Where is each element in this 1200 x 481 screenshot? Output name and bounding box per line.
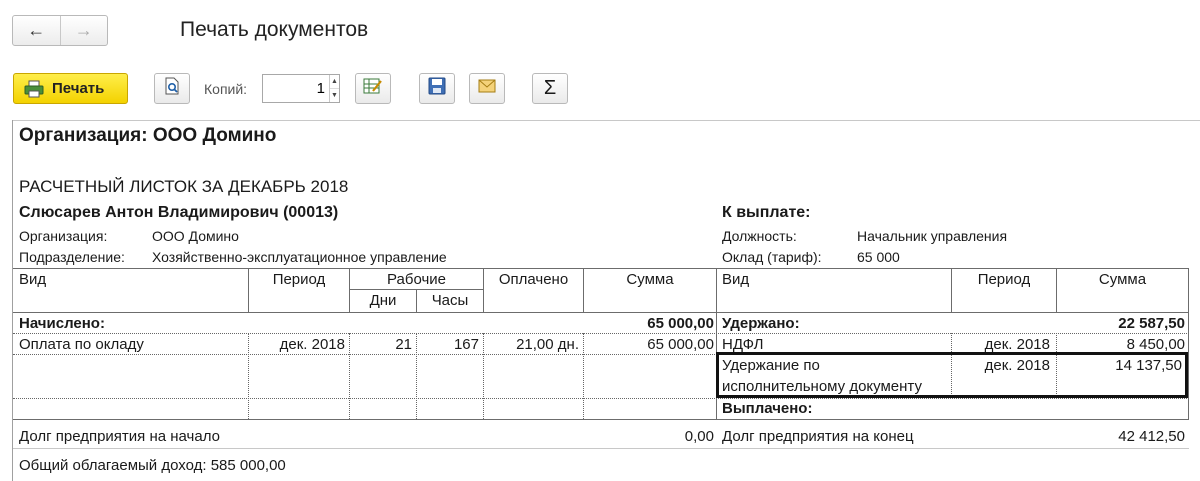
to-pay-label: К выплате: — [722, 204, 811, 221]
forward-button[interactable]: → — [61, 16, 108, 45]
row-salary-period: дек. 2018 — [279, 336, 345, 353]
accrued-label: Начислено: — [19, 315, 105, 332]
col-header-sum: Сумма — [626, 271, 674, 288]
col-header-vid-withheld: Вид — [722, 271, 750, 288]
edit-table-button[interactable] — [355, 73, 391, 104]
row-enforcement-vid-line1: Удержание по — [722, 357, 820, 374]
accrued-total: 65 000,00 — [647, 315, 714, 332]
printer-icon — [24, 80, 44, 98]
col-header-vid: Вид — [19, 271, 47, 288]
col-header-period-withheld: Период — [977, 271, 1031, 288]
stepper-up-button[interactable]: ▲ — [330, 75, 339, 89]
withheld-label: Удержано: — [722, 315, 800, 332]
row-salary-days: 21 — [395, 336, 412, 353]
sheet-title: РАСЧЕТНЫЙ ЛИСТОК ЗА ДЕКАБРЬ 2018 — [19, 177, 349, 196]
row-enforcement-period: дек. 2018 — [984, 357, 1050, 374]
col-header-paid: Оплачено — [498, 271, 569, 288]
sigma-icon: Σ — [543, 77, 557, 99]
col-header-period: Период — [272, 271, 326, 288]
row-ndfl-vid: НДФЛ — [722, 336, 764, 353]
arrow-left-icon: ← — [27, 20, 46, 40]
organization-label: Организация: — [19, 228, 108, 244]
envelope-icon — [478, 79, 496, 98]
position-value: Начальник управления — [857, 228, 1008, 244]
footer-divider — [13, 448, 1189, 449]
preview-icon — [163, 77, 181, 100]
salary-value: 65 000 — [857, 249, 900, 265]
row-ndfl-sum: 8 450,00 — [1126, 336, 1185, 353]
debt-start-value: 0,00 — [684, 428, 714, 445]
arrow-right-icon: → — [74, 20, 93, 40]
debt-end-label: Долг предприятия на конец — [722, 428, 914, 445]
row-salary-paid: 21,00 дн. — [516, 336, 579, 353]
row-salary-hours: 167 — [453, 336, 479, 353]
salary-label: Оклад (тариф): — [722, 249, 822, 265]
save-button[interactable] — [419, 73, 455, 104]
print-button[interactable]: Печать — [13, 73, 128, 104]
col-header-working: Рабочие — [387, 271, 446, 288]
send-email-button[interactable] — [469, 73, 505, 104]
debt-start-label: Долг предприятия на начало — [19, 428, 220, 445]
col-header-hours: Часы — [431, 292, 469, 309]
window-title: Печать документов — [180, 18, 369, 41]
print-button-label: Печать — [52, 80, 105, 97]
copies-label: Копий: — [204, 81, 248, 97]
department-label: Подразделение: — [19, 249, 125, 265]
row-ndfl-period: дек. 2018 — [984, 336, 1050, 353]
copies-stepper: ▲ ▼ — [262, 74, 340, 103]
withheld-total: 22 587,50 — [1118, 315, 1185, 332]
organization-heading: Организация: ООО Домино — [19, 125, 277, 146]
position-label: Должность: — [722, 228, 797, 244]
nav-group: ← → — [12, 15, 108, 46]
department-value: Хозяйственно-эксплуатационное управление — [152, 249, 447, 265]
debt-end-value: 42 412,50 — [1118, 428, 1185, 445]
row-enforcement-vid-line2: исполнительному документу — [722, 378, 922, 395]
organization-value: ООО Домино — [152, 228, 239, 244]
col-header-sum-withheld: Сумма — [1098, 271, 1147, 288]
document-left-border — [12, 120, 13, 481]
col-header-days: Дни — [369, 292, 397, 309]
employee-name: Слюсарев Антон Владимирович (00013) — [19, 204, 339, 221]
taxable-income: Общий облагаемый доход: 585 000,00 — [19, 457, 286, 474]
stepper-down-button[interactable]: ▼ — [330, 89, 339, 102]
row-enforcement-sum: 14 137,50 — [1115, 357, 1182, 374]
row-salary-sum: 65 000,00 — [647, 336, 714, 353]
document-top-border — [12, 120, 1200, 121]
floppy-disk-icon — [428, 77, 446, 100]
paid-out-label: Выплачено: — [722, 400, 813, 417]
back-button[interactable]: ← — [13, 16, 61, 45]
edit-table-icon — [363, 77, 383, 100]
row-salary-vid: Оплата по окладу — [19, 336, 144, 353]
copies-input[interactable] — [263, 75, 329, 102]
sum-button[interactable]: Σ — [532, 73, 568, 104]
preview-button[interactable] — [154, 73, 190, 104]
